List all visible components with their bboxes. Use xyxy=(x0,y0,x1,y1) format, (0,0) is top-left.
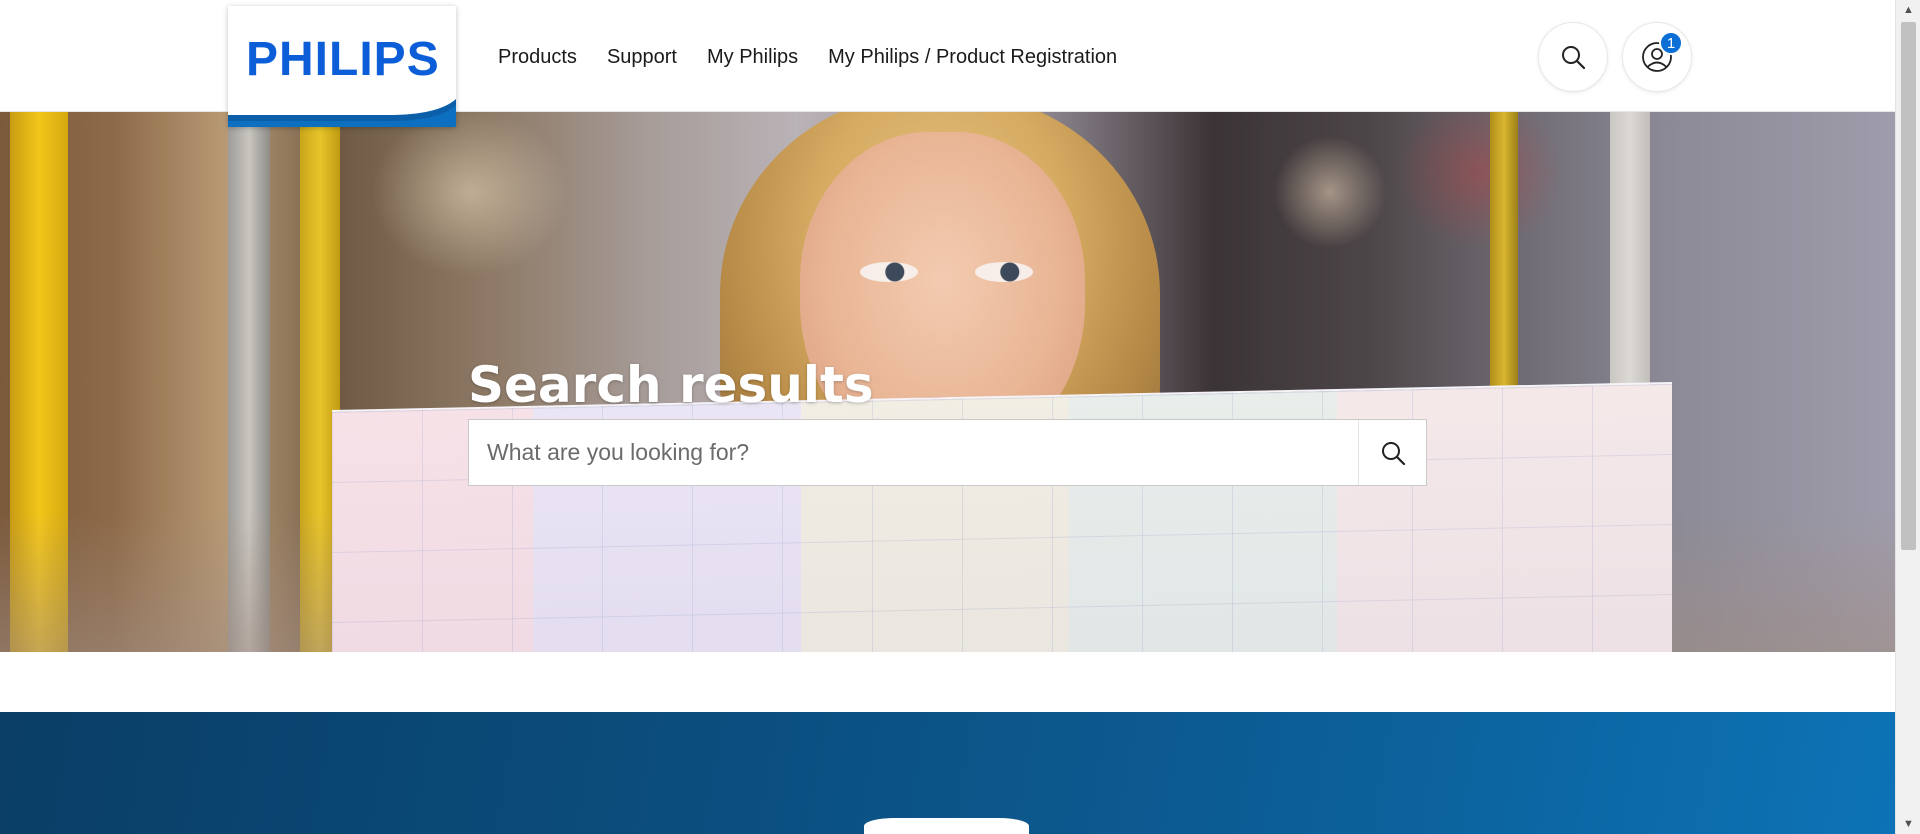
logo-swoosh-shape xyxy=(228,99,456,127)
promo-card-top xyxy=(864,818,1029,834)
nav-item-products[interactable]: Products xyxy=(498,46,577,69)
main-nav: Products Support My Philips My Philips /… xyxy=(498,46,1117,69)
account-button[interactable]: 1 xyxy=(1622,22,1692,92)
header-search-button[interactable] xyxy=(1538,22,1608,92)
nav-item-support[interactable]: Support xyxy=(607,46,677,69)
hero-banner xyxy=(0,112,1895,652)
hero-photo-detail xyxy=(975,262,1033,282)
philips-page: PHILIPS Products Support My Philips My P… xyxy=(0,0,1920,834)
site-header: PHILIPS Products Support My Philips My P… xyxy=(0,0,1895,127)
search-submit-button[interactable] xyxy=(1358,420,1426,485)
page-title: Search results xyxy=(468,355,874,414)
search-icon xyxy=(1562,46,1586,70)
philips-logo[interactable]: PHILIPS xyxy=(228,6,456,127)
nav-item-my-philips[interactable]: My Philips xyxy=(707,46,798,69)
scroll-up-arrow-icon[interactable]: ▲ xyxy=(1896,0,1920,20)
logo-wordmark: PHILIPS xyxy=(246,33,440,86)
hero-photo-detail xyxy=(860,262,918,282)
page-scrollbar[interactable]: ▲ ▼ xyxy=(1895,0,1920,834)
nav-item-product-registration[interactable]: My Philips / Product Registration xyxy=(828,46,1117,69)
promo-band xyxy=(0,712,1895,834)
search-bar xyxy=(468,419,1427,486)
scrollbar-thumb[interactable] xyxy=(1901,22,1916,550)
search-icon xyxy=(1381,441,1405,465)
search-input[interactable] xyxy=(469,420,1358,485)
scroll-down-arrow-icon[interactable]: ▼ xyxy=(1896,814,1920,834)
notification-badge: 1 xyxy=(1659,31,1683,55)
